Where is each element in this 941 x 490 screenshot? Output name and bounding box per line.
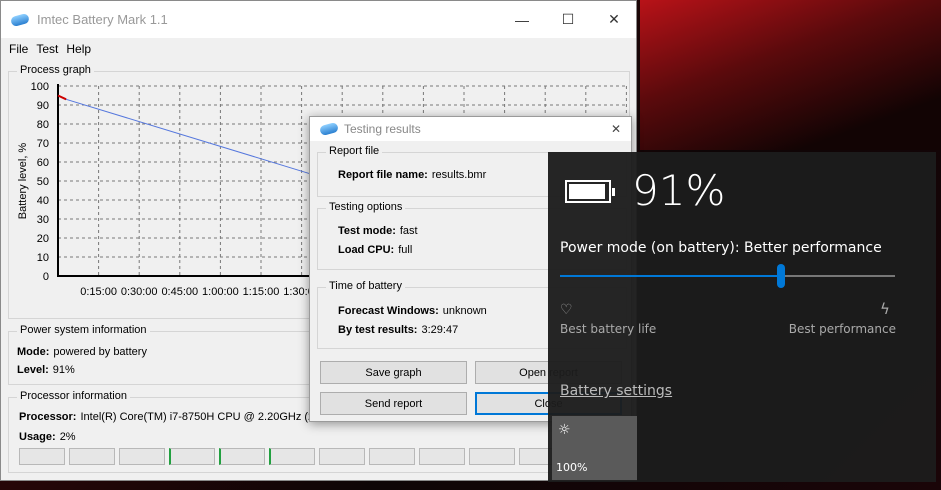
cpu-core-meter	[469, 448, 515, 465]
cpu-core-meter	[169, 448, 215, 465]
y-tick-label: 0	[43, 271, 49, 283]
y-tick-label: 70	[37, 138, 49, 150]
y-tick-label: 60	[37, 157, 49, 169]
y-axis-label: Battery level, %	[17, 143, 29, 220]
cpu-core-meter	[19, 448, 65, 465]
brightness-tile[interactable]: ☼ 100%	[552, 416, 637, 480]
report-file-label: Report file name:	[338, 169, 428, 181]
battery-flyout: 91% Power mode (on battery): Better perf…	[548, 152, 936, 482]
y-tick-label: 80	[37, 119, 49, 131]
y-tick-label: 40	[37, 195, 49, 207]
forecast-label: Forecast Windows:	[338, 305, 439, 317]
test-mode-value: fast	[399, 225, 418, 237]
usage-value: 2%	[59, 431, 76, 443]
cpu-core-meter	[69, 448, 115, 465]
best-performance-label: Best performance	[788, 322, 896, 336]
power-mode-label: Power mode (on battery): Better performa…	[560, 240, 882, 256]
x-tick-label: 0:15:00	[80, 286, 117, 298]
lightning-icon: ϟ	[880, 300, 890, 318]
usage-label: Usage:	[19, 431, 56, 443]
processor-label: Processor:	[19, 411, 77, 423]
cpu-core-meter	[369, 448, 415, 465]
y-tick-label: 10	[37, 252, 49, 264]
battery-saver-icon: ♡	[560, 302, 573, 318]
mode-value: powered by battery	[53, 346, 147, 358]
x-tick-label: 1:00:00	[202, 286, 239, 298]
cpu-core-meter	[269, 448, 315, 465]
group-label: Testing options	[326, 201, 406, 213]
group-label: Time of battery	[326, 280, 405, 292]
level-value: 91%	[52, 364, 75, 376]
battery-icon	[565, 180, 615, 203]
slider-thumb[interactable]	[777, 264, 786, 288]
y-tick-label: 20	[37, 233, 49, 245]
mode-label: Mode:	[17, 346, 50, 358]
cpu-core-meter	[419, 448, 465, 465]
best-battery-life-label: Best battery life	[560, 322, 657, 336]
dialog-title: Testing results	[344, 122, 421, 136]
dialog-title-bar[interactable]: Testing results ✕	[310, 117, 631, 141]
battery-app-icon	[319, 121, 339, 137]
power-mode-slider[interactable]	[560, 264, 895, 288]
report-file-value: results.bmr	[431, 169, 487, 181]
y-tick-label: 30	[37, 214, 49, 226]
x-tick-label: 1:15:00	[243, 286, 280, 298]
load-cpu-value: full	[398, 244, 413, 256]
battery-level-start-segment	[57, 94, 67, 101]
cpu-core-meter	[219, 448, 265, 465]
brightness-icon: ☼	[558, 422, 571, 438]
y-tick-label: 90	[37, 100, 49, 112]
battery-percent: 91%	[632, 166, 726, 215]
y-tick-label: 100	[31, 81, 49, 93]
x-tick-label: 0:30:00	[121, 286, 158, 298]
test-result-label: By test results:	[338, 324, 418, 336]
battery-level-line	[57, 95, 316, 176]
cpu-core-meter	[319, 448, 365, 465]
forecast-value: unknown	[442, 305, 487, 317]
load-cpu-label: Load CPU:	[338, 244, 395, 256]
battery-settings-link[interactable]: Battery settings	[560, 383, 672, 399]
group-label: Power system information	[17, 324, 150, 336]
send-report-button[interactable]: Send report	[320, 392, 467, 415]
y-tick-label: 50	[37, 176, 49, 188]
dialog-close-icon[interactable]: ✕	[611, 122, 621, 136]
test-mode-label: Test mode:	[338, 225, 396, 237]
group-label: Report file	[326, 145, 383, 157]
processor-value: Intel(R) Core(TM) i7-8750H CPU @ 2.20GHz…	[80, 411, 315, 423]
desktop-wallpaper-accent	[640, 0, 941, 150]
cpu-core-meter	[119, 448, 165, 465]
x-tick-label: 0:45:00	[161, 286, 198, 298]
brightness-value: 100%	[556, 461, 588, 474]
test-result-value: 3:29:47	[421, 324, 459, 336]
save-graph-button[interactable]: Save graph	[320, 361, 467, 384]
group-label: Processor information	[17, 390, 130, 402]
level-label: Level:	[17, 364, 49, 376]
